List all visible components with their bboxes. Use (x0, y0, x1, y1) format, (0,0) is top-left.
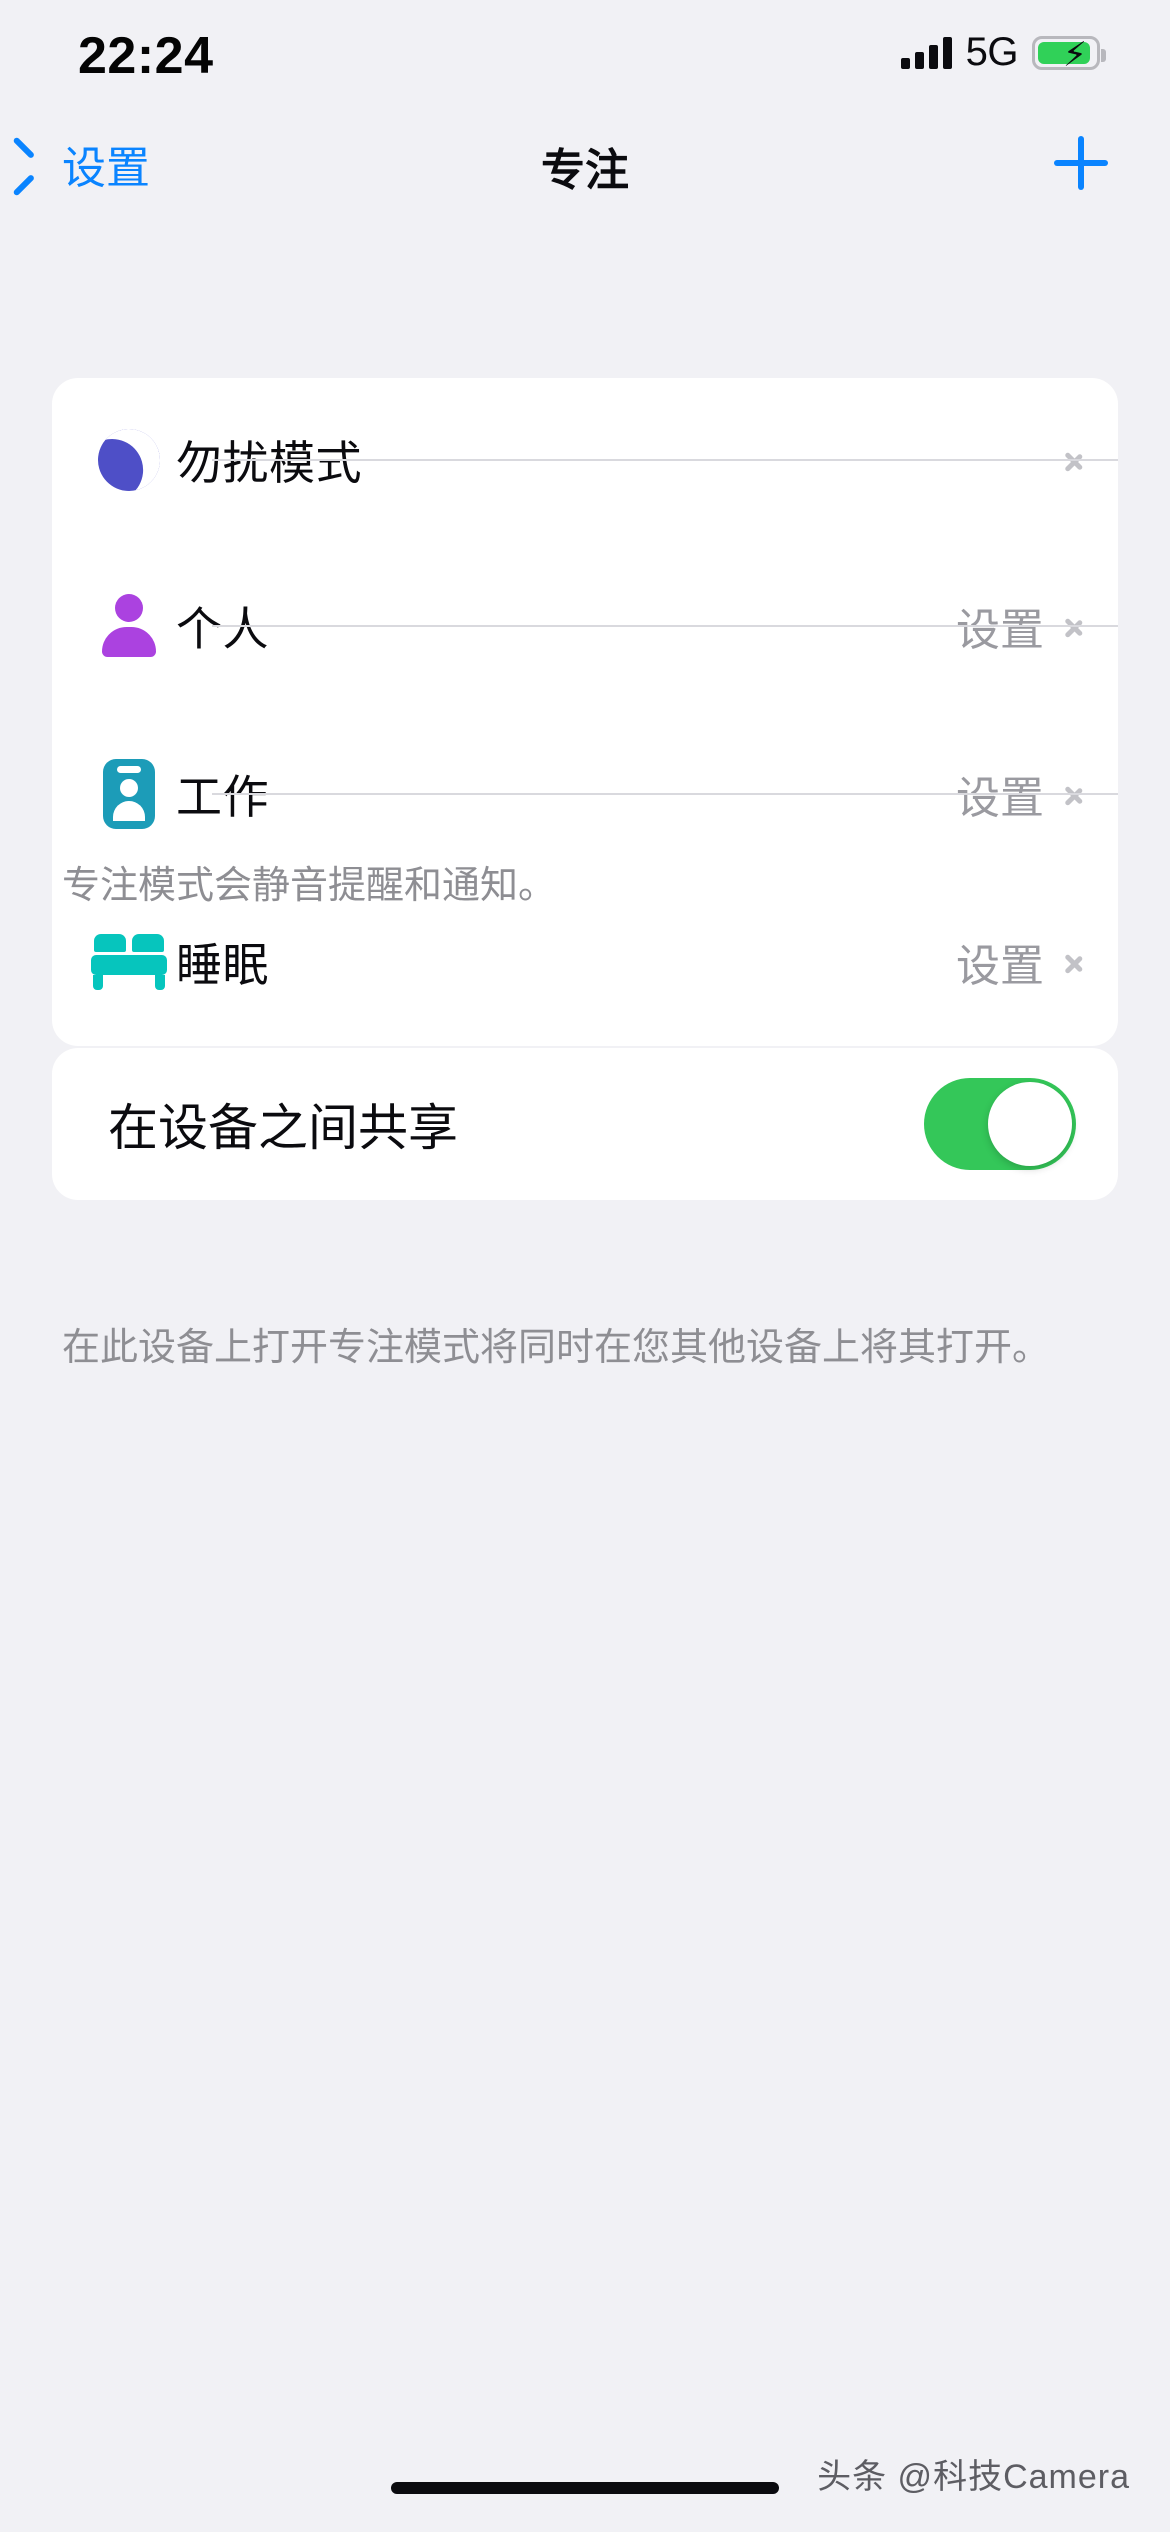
focus-row-value: 设置 (956, 942, 1044, 991)
focus-row-do-not-disturb[interactable]: 勿扰模式 (52, 378, 1118, 542)
watermark: 头条 @科技Camera (817, 2458, 1130, 2496)
share-across-devices-toggle[interactable] (924, 1078, 1076, 1170)
person-icon (82, 594, 176, 658)
navigation-bar: 设置 专注 (0, 108, 1170, 220)
row-separator (212, 793, 1118, 795)
status-bar-time: 22:24 (78, 27, 214, 85)
home-indicator[interactable] (391, 2482, 779, 2494)
focus-row-label: 睡眠 (176, 939, 269, 991)
status-bar-indicators: 5G ⚡ (900, 30, 1106, 75)
chevron-right-icon (1066, 946, 1084, 978)
battery-charging-icon: ⚡ (1032, 35, 1106, 73)
focus-row-personal[interactable]: 个人 设置 (52, 542, 1118, 710)
focus-list-footer-text: 专注模式会静音提醒和通知。 (62, 865, 557, 907)
share-section-footer-text: 在此设备上打开专注模式将同时在您其他设备上将其打开。 (62, 1327, 1051, 1369)
phone-screen: 22:24 5G ⚡ 设置 专注 勿扰模式 个人 设置 工作 设置 睡眠 设置 … (0, 0, 1170, 2532)
network-type-label: 5G (965, 30, 1019, 74)
moon-icon (82, 421, 176, 499)
share-across-devices-label: 在设备之间共享 (108, 1100, 458, 1156)
bed-icon (82, 934, 176, 990)
row-separator (212, 625, 1118, 627)
page-title: 专注 (541, 146, 629, 195)
focus-row-work[interactable]: 工作 设置 (52, 710, 1118, 878)
row-separator (212, 459, 1118, 461)
add-focus-button[interactable] (1054, 136, 1108, 190)
share-across-devices-row[interactable]: 在设备之间共享 (52, 1048, 1118, 1200)
focus-list-card: 勿扰模式 个人 设置 工作 设置 睡眠 设置 (52, 378, 1118, 1046)
share-across-devices-card: 在设备之间共享 (52, 1048, 1118, 1200)
signal-bars-icon (900, 36, 952, 69)
status-bar: 22:24 5G ⚡ (0, 0, 1170, 108)
toggle-knob (988, 1082, 1072, 1166)
badge-icon (82, 759, 176, 829)
